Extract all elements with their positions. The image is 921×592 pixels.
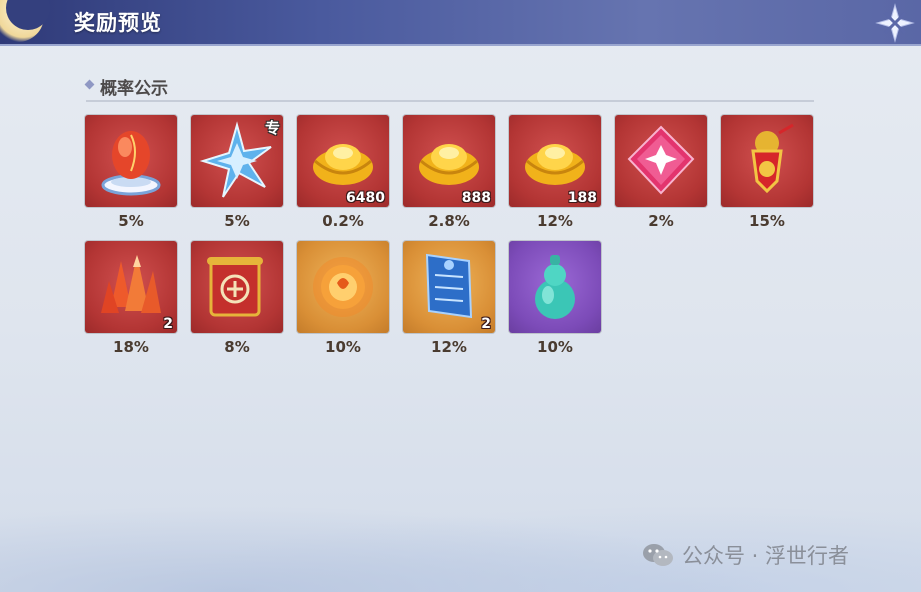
jade-gourd-icon bbox=[535, 255, 575, 319]
drop-probability: 2.8% bbox=[428, 212, 470, 230]
fire-crystal-icon bbox=[101, 255, 161, 313]
cloud-decoration bbox=[0, 482, 921, 592]
gold-ingot-icon bbox=[525, 144, 585, 185]
drop-probability: 10% bbox=[325, 338, 361, 356]
drop-probability: 2% bbox=[648, 212, 674, 230]
reward-item[interactable]: 10% bbox=[509, 241, 603, 359]
item-count: 888 bbox=[461, 190, 491, 206]
close-icon bbox=[875, 3, 915, 43]
blue-talisman-icon bbox=[425, 253, 473, 319]
diamond-bullet-icon bbox=[84, 79, 95, 90]
reward-tile[interactable]: 2 bbox=[85, 241, 177, 333]
wechat-icon bbox=[643, 544, 673, 566]
reward-tile[interactable] bbox=[297, 241, 389, 333]
reward-item[interactable]: 2 18% bbox=[85, 241, 179, 359]
item-count: 2 bbox=[163, 316, 173, 332]
watermark: 公众号 · 浮世行者 bbox=[642, 541, 849, 569]
item-count: 6480 bbox=[346, 190, 385, 206]
reward-item[interactable]: 专 5% bbox=[191, 115, 285, 233]
item-count: 2 bbox=[481, 316, 491, 332]
reward-tile[interactable] bbox=[615, 115, 707, 207]
drop-probability: 5% bbox=[224, 212, 250, 230]
reward-tile[interactable] bbox=[85, 115, 177, 207]
fire-orb-icon bbox=[313, 257, 373, 317]
reward-item[interactable]: 10% bbox=[297, 241, 391, 359]
reward-item[interactable]: 8% bbox=[191, 241, 285, 359]
section-header: 概率公示 bbox=[84, 72, 814, 102]
reward-tile[interactable] bbox=[191, 241, 283, 333]
drop-probability: 12% bbox=[537, 212, 573, 230]
reward-item[interactable]: 2% bbox=[615, 115, 709, 233]
exclusive-tag: 专 bbox=[264, 119, 280, 137]
reward-tile[interactable]: 188 bbox=[509, 115, 601, 207]
reward-tile[interactable]: 888 bbox=[403, 115, 495, 207]
drop-probability: 12% bbox=[431, 338, 467, 356]
section-title: 概率公示 bbox=[100, 79, 168, 99]
red-scroll-icon bbox=[207, 257, 263, 317]
reward-tile[interactable] bbox=[509, 241, 601, 333]
close-button[interactable] bbox=[873, 1, 917, 45]
drop-probability: 0.2% bbox=[322, 212, 364, 230]
reward-tile[interactable]: 6480 bbox=[297, 115, 389, 207]
drop-probability: 5% bbox=[118, 212, 144, 230]
drop-probability: 10% bbox=[537, 338, 573, 356]
drop-probability: 8% bbox=[224, 338, 250, 356]
reward-tile[interactable]: 2 bbox=[403, 241, 495, 333]
pink-gem-icon bbox=[627, 125, 695, 195]
reward-item[interactable]: 188 12% bbox=[509, 115, 603, 233]
drop-probability: 15% bbox=[749, 212, 785, 230]
reward-item[interactable]: 6480 0.2% bbox=[297, 115, 391, 233]
dialog-header: 奖励预览 bbox=[0, 0, 921, 46]
gold-ingot-icon bbox=[313, 144, 373, 185]
drop-probability: 18% bbox=[113, 338, 149, 356]
watermark-text: 公众号 · 浮世行者 bbox=[682, 544, 850, 568]
red-egg-icon bbox=[101, 131, 161, 196]
red-charm-icon bbox=[751, 123, 794, 194]
reward-item[interactable]: 15% bbox=[721, 115, 815, 233]
reward-item[interactable]: 2 12% bbox=[403, 241, 497, 359]
reward-tile[interactable]: 专 bbox=[191, 115, 283, 207]
reward-item[interactable]: 5% bbox=[85, 115, 179, 233]
reward-item[interactable]: 888 2.8% bbox=[403, 115, 497, 233]
reward-tile[interactable] bbox=[721, 115, 813, 207]
gold-ingot-icon bbox=[419, 144, 479, 185]
item-count: 188 bbox=[567, 190, 597, 206]
dialog-title: 奖励预览 bbox=[74, 11, 162, 35]
